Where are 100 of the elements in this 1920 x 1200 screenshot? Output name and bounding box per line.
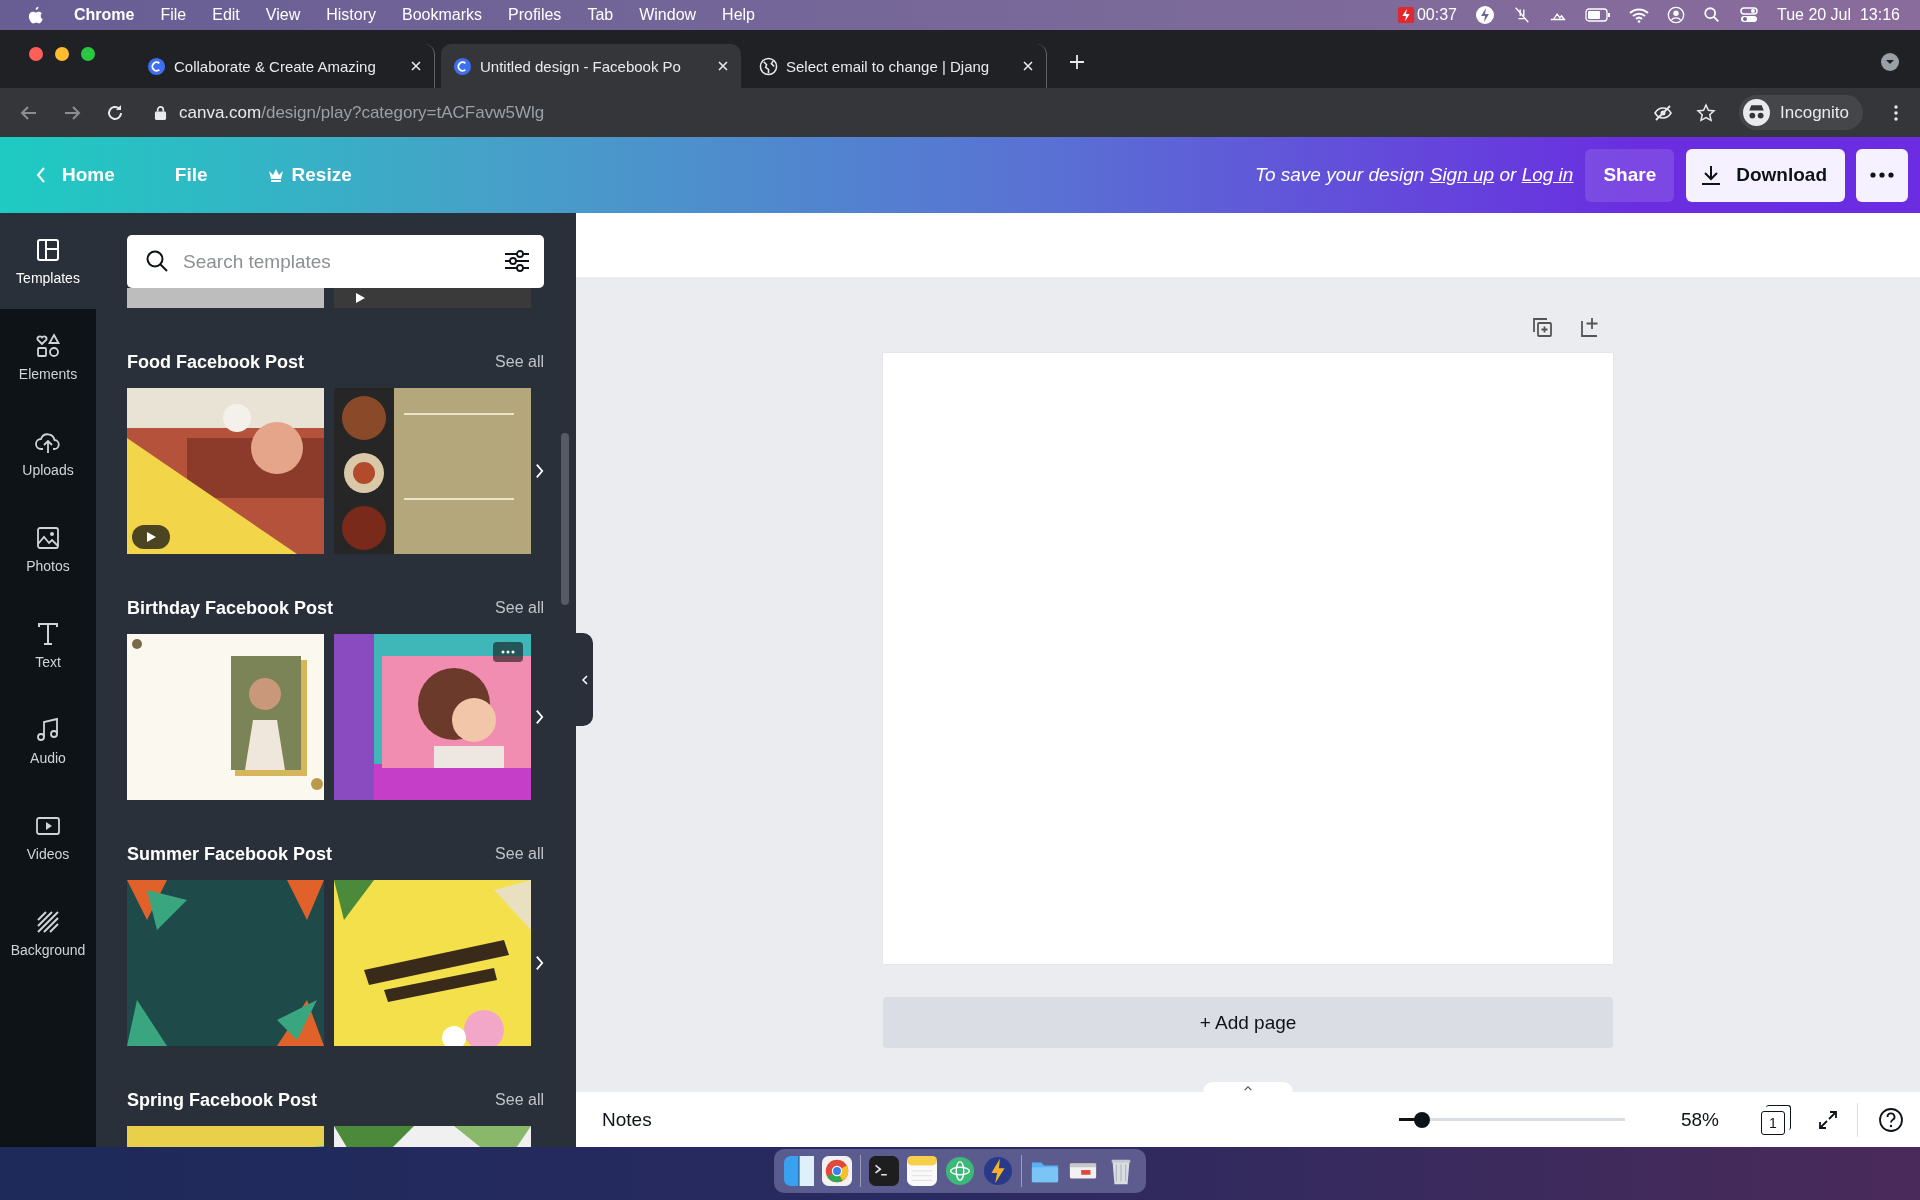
play-icon[interactable] xyxy=(354,292,366,304)
scrollbar[interactable] xyxy=(561,433,569,605)
image-icon xyxy=(35,524,61,551)
chevron-right-icon[interactable] xyxy=(535,708,544,726)
chevron-right-icon[interactable] xyxy=(535,954,544,972)
play-icon xyxy=(145,531,157,543)
browser-icon[interactable] xyxy=(822,1156,852,1186)
sidebar-item[interactable]: Videos xyxy=(0,789,96,885)
battery-time: 00:37 xyxy=(1416,6,1457,24)
menu-item[interactable]: Tab xyxy=(587,6,614,24)
crown-icon xyxy=(267,168,284,182)
filter-icon[interactable] xyxy=(504,249,530,273)
user-icon[interactable] xyxy=(1666,6,1685,24)
sidebar-item[interactable]: Photos xyxy=(0,501,96,597)
search-field[interactable]: Search templates xyxy=(127,235,544,288)
battery-icon[interactable] xyxy=(1584,8,1611,22)
profile-button[interactable]: Incognito xyxy=(1739,95,1863,130)
see-all-link[interactable]: See all xyxy=(495,1091,544,1109)
bolt-icon[interactable] xyxy=(983,1156,1013,1186)
duplicate-icon[interactable] xyxy=(1531,316,1553,338)
menu-item[interactable]: History xyxy=(326,6,376,24)
chevron-left-icon xyxy=(36,166,46,184)
dropdown-icon[interactable] xyxy=(1880,52,1900,72)
circle-logo-icon xyxy=(147,56,166,76)
notes-icon[interactable] xyxy=(907,1156,937,1186)
zoom-window-button[interactable] xyxy=(81,47,95,61)
search-icon[interactable] xyxy=(1702,6,1721,24)
menu-item[interactable]: View xyxy=(265,6,301,24)
menu-item[interactable]: Bookmarks xyxy=(402,6,482,24)
see-all-link[interactable]: See all xyxy=(495,845,544,863)
more-icon xyxy=(1870,172,1894,178)
bolt-icon[interactable] xyxy=(1396,6,1415,24)
globe-icon xyxy=(759,56,778,76)
menu-item[interactable]: Profiles xyxy=(508,6,562,24)
sidebar-item[interactable]: Background xyxy=(0,885,96,981)
download-button[interactable]: Download xyxy=(1686,148,1845,202)
share-button[interactable]: Share xyxy=(1585,148,1675,202)
zoom-reading[interactable]: 58% xyxy=(1680,1108,1719,1131)
sidebar-item[interactable]: Elements xyxy=(0,309,96,405)
add-page-icon[interactable] xyxy=(1579,316,1601,338)
sidebar-item[interactable]: Text xyxy=(0,597,96,693)
sidebar-item[interactable]: Audio xyxy=(0,693,96,789)
close-icon[interactable] xyxy=(410,60,422,72)
section-title: Spring Facebook Post xyxy=(127,1089,318,1111)
zoom-slider[interactable] xyxy=(1398,1111,1625,1128)
plus-icon[interactable] xyxy=(1069,54,1085,70)
sign-up-link[interactable]: Sign up xyxy=(1429,164,1495,185)
chevron-left-icon xyxy=(580,673,589,686)
zoom-slider-thumb[interactable] xyxy=(1413,1111,1430,1128)
sidebar-item[interactable]: Uploads xyxy=(0,405,96,501)
see-all-link[interactable]: See all xyxy=(495,599,544,617)
log-in-link[interactable]: Log in xyxy=(1521,164,1574,185)
circle-logo-icon xyxy=(453,56,472,76)
more-button[interactable] xyxy=(1856,148,1908,202)
more-button[interactable] xyxy=(493,642,523,662)
more-icon xyxy=(501,650,515,654)
apple-icon[interactable] xyxy=(26,4,44,26)
close-icon[interactable] xyxy=(717,60,729,72)
address-field[interactable]: canva.com/design/play?category=tACFavw5Wlg xyxy=(154,102,1630,123)
layout-icon xyxy=(35,236,61,263)
menu-item[interactable]: File xyxy=(160,6,187,24)
type-icon xyxy=(35,620,61,647)
section-title: Birthday Facebook Post xyxy=(127,597,334,619)
help-icon[interactable] xyxy=(1878,1106,1904,1133)
finder-icon[interactable] xyxy=(784,1156,814,1186)
play-button[interactable] xyxy=(132,525,170,549)
fullscreen-icon[interactable] xyxy=(1817,1108,1839,1131)
hat-glasses-icon xyxy=(1743,99,1770,126)
section-title: Summer Facebook Post xyxy=(127,843,333,865)
app-menu[interactable]: Chrome xyxy=(74,6,135,24)
notes-button[interactable]: Notes xyxy=(602,1108,652,1131)
mute-icon[interactable] xyxy=(1512,6,1531,24)
chevron-right-icon[interactable] xyxy=(535,462,544,480)
toggles-icon[interactable] xyxy=(1738,5,1759,25)
bolt-icon[interactable] xyxy=(1474,5,1495,25)
sidebar-item[interactable]: Templates xyxy=(0,213,96,309)
see-all-link[interactable]: See all xyxy=(495,353,544,371)
eye-slash-icon[interactable] xyxy=(1653,102,1673,123)
menu-item[interactable]: Edit xyxy=(212,6,240,24)
music-note-icon xyxy=(35,716,61,743)
wifi-icon[interactable] xyxy=(1628,5,1649,25)
caret-up-icon xyxy=(1243,1084,1253,1092)
lock-icon xyxy=(154,105,167,120)
star-icon[interactable] xyxy=(1696,102,1716,123)
collapse-handle[interactable] xyxy=(576,633,593,726)
menu-item[interactable]: Window xyxy=(639,6,697,24)
close-window-button[interactable] xyxy=(29,47,43,61)
minimize-window-button[interactable] xyxy=(55,47,69,61)
add-page-button[interactable]: + Add page xyxy=(883,997,1613,1048)
download-icon xyxy=(1700,164,1723,186)
terminal-icon[interactable] xyxy=(869,1156,899,1186)
search-icon xyxy=(145,249,169,273)
atom-icon[interactable] xyxy=(945,1156,975,1186)
stripes-icon xyxy=(35,908,61,935)
section-title: Food Facebook Post xyxy=(127,351,304,373)
menu-item[interactable]: Help xyxy=(722,6,755,24)
browser-tab[interactable]: Untitled design - Facebook Po xyxy=(441,44,741,88)
save-prompt: To save your design Sign up or Log in xyxy=(1255,164,1574,186)
clock[interactable]: Tue 20 Jul 13:16 xyxy=(1776,6,1900,24)
close-icon[interactable] xyxy=(1022,60,1034,72)
